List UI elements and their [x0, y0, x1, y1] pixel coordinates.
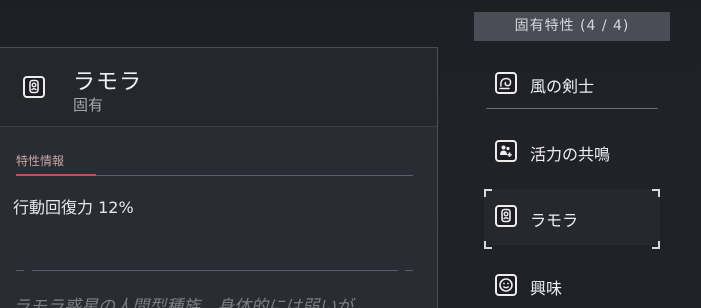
selection-corner-icon	[484, 241, 492, 249]
flavor-divider	[16, 270, 413, 271]
people-plus-icon	[495, 140, 517, 162]
trait-item-interest[interactable]: 興味	[486, 259, 658, 308]
selection-corner-icon	[484, 189, 492, 197]
trait-item-label: 風の剣士	[530, 77, 595, 96]
trait-item-ramora[interactable]: ラモラ	[484, 189, 660, 249]
wind-swirl-icon	[495, 72, 517, 94]
trait-item-divider	[486, 108, 658, 109]
trait-item-label: 活力の共鳴	[530, 145, 611, 164]
trait-item-vitality-resonance[interactable]: 活力の共鳴	[486, 125, 658, 177]
selection-corner-icon	[652, 241, 660, 249]
trait-title: ラモラ	[73, 70, 143, 95]
ramora-badge-icon	[23, 76, 45, 98]
trait-detail-header: ラモラ 固有	[0, 48, 437, 127]
trait-category: 固有	[73, 96, 104, 114]
trait-item-label: 興味	[530, 279, 563, 298]
trait-item-label: ラモラ	[530, 211, 579, 230]
section-divider-accent	[16, 174, 96, 176]
trait-effect: 行動回復力 12%	[13, 198, 134, 217]
ramora-badge-icon	[495, 205, 517, 227]
smiley-icon	[495, 274, 517, 296]
trait-detail-panel: ラモラ 固有 特性情報 行動回復力 12% ラモラ惑星の人間型種族。身体的には弱…	[0, 47, 438, 308]
selection-corner-icon	[652, 189, 660, 197]
section-label-trait-info: 特性情報	[16, 154, 65, 168]
trait-screen: ラモラ 固有 特性情報 行動回復力 12% ラモラ惑星の人間型種族。身体的には弱…	[0, 0, 701, 308]
trait-list-header: 固有特性 (4 / 4)	[474, 12, 670, 41]
trait-flavor-text: ラモラ惑星の人間型種族。身体的には弱いが	[13, 297, 353, 308]
trait-item-wind-swordsman[interactable]: 風の剣士	[486, 57, 658, 109]
